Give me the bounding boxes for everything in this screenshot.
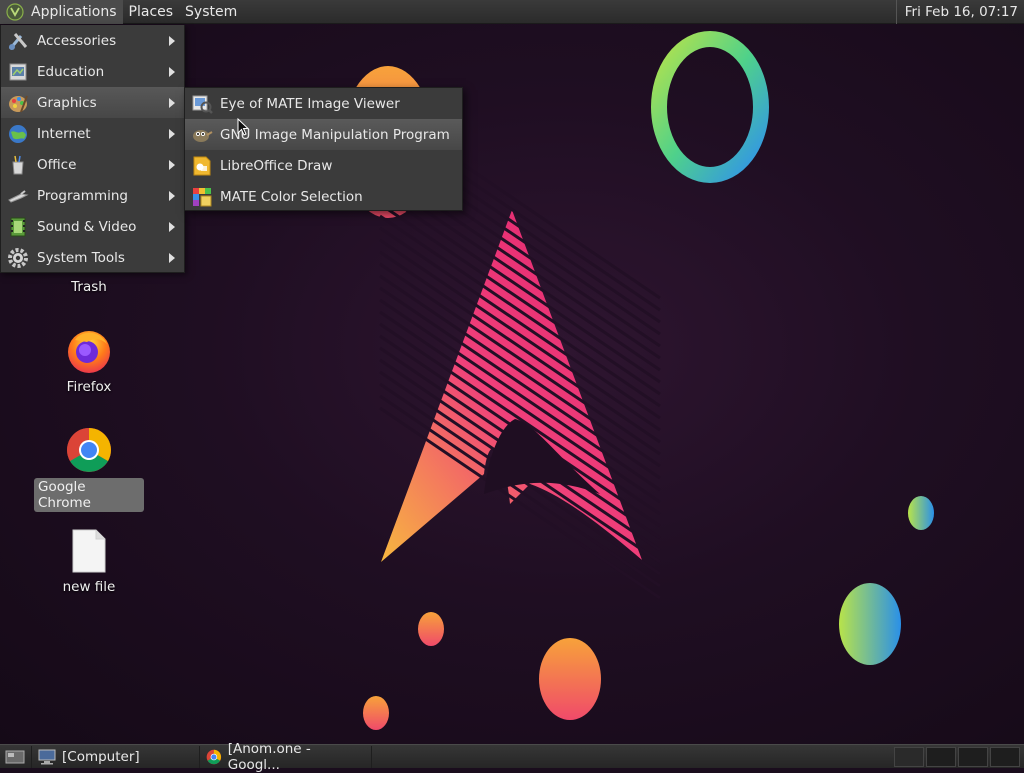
- submenu-item-label: GNU Image Manipulation Program: [220, 126, 450, 143]
- sound-video-icon: [10, 217, 26, 236]
- submenu-arrow-icon: [169, 253, 175, 263]
- menu-item-label: System Tools: [37, 249, 125, 266]
- menu-item-label: Sound & Video: [37, 218, 137, 235]
- file-icon: [72, 529, 106, 573]
- computer-icon: [38, 749, 56, 764]
- menu-item-office[interactable]: Office: [1, 149, 184, 180]
- submenu-arrow-icon: [169, 160, 175, 170]
- desktop-icon-label: new file: [62, 579, 116, 595]
- submenu-arrow-icon: [169, 191, 175, 201]
- desktop-icon-label: Firefox: [66, 379, 112, 395]
- libreoffice-draw-icon: [193, 156, 211, 175]
- applications-menu-label: Applications: [31, 3, 117, 20]
- workspace-2[interactable]: [926, 747, 956, 767]
- mate-logo-icon: [6, 2, 24, 21]
- system-menu-button[interactable]: System: [179, 0, 243, 24]
- menu-item-label: Programming: [37, 187, 128, 204]
- taskbar-item-label: [Computer]: [62, 748, 140, 765]
- submenu-item-libreoffice-draw[interactable]: LibreOffice Draw: [185, 150, 462, 181]
- menu-item-label: Education: [37, 63, 105, 80]
- submenu-item-mate-color-selection[interactable]: MATE Color Selection: [185, 181, 462, 212]
- mouse-cursor-icon: [237, 118, 249, 136]
- accessories-icon: [8, 32, 28, 50]
- bottom-panel: [Computer] [Anom.one - Googl...: [0, 741, 1024, 773]
- workspace-3[interactable]: [958, 747, 988, 767]
- office-icon: [12, 155, 24, 174]
- color-selection-icon: [193, 187, 212, 206]
- desktop-icon-label: Trash: [71, 279, 107, 295]
- internet-icon: [9, 124, 27, 143]
- top-panel: Applications Places System Fri Feb 16, 0…: [0, 0, 1024, 24]
- firefox-icon: [68, 331, 110, 373]
- chrome-icon: [206, 749, 222, 764]
- menu-item-education[interactable]: Education: [1, 56, 184, 87]
- submenu-item-gimp[interactable]: GNU Image Manipulation Program: [185, 119, 462, 150]
- submenu-item-eye-of-mate[interactable]: Eye of MATE Image Viewer: [185, 88, 462, 119]
- programming-icon: [8, 189, 29, 203]
- desktop-icon-firefox[interactable]: Firefox: [34, 326, 144, 396]
- gimp-icon: [193, 129, 213, 142]
- applications-menu-button[interactable]: Applications: [0, 0, 123, 24]
- desktop-icon-google-chrome[interactable]: Google Chrome: [34, 426, 144, 512]
- menu-item-label: Internet: [37, 125, 91, 142]
- desktop-icon-label: Google Chrome: [34, 478, 144, 512]
- show-desktop-button[interactable]: [0, 745, 32, 768]
- workspace-1[interactable]: [894, 747, 924, 767]
- education-icon: [9, 63, 27, 80]
- desktop-icon-trash[interactable]: Trash: [34, 274, 144, 296]
- chrome-icon: [67, 428, 111, 472]
- graphics-icon: [9, 95, 28, 112]
- menu-item-programming[interactable]: Programming: [1, 180, 184, 211]
- taskbar-item-chrome[interactable]: [Anom.one - Googl...: [200, 741, 372, 773]
- desktop-icon-new-file[interactable]: new file: [34, 528, 144, 596]
- applications-menu: Accessories Education Graphics Internet: [0, 25, 185, 273]
- menu-item-system-tools[interactable]: System Tools: [1, 242, 184, 273]
- graphics-submenu: Eye of MATE Image Viewer GNU Image Manip…: [184, 87, 463, 211]
- show-desktop-icon: [5, 750, 25, 763]
- menu-item-graphics[interactable]: Graphics: [1, 87, 184, 118]
- menu-item-label: Accessories: [37, 32, 117, 49]
- menu-item-label: Office: [37, 156, 77, 173]
- menu-item-accessories[interactable]: Accessories: [1, 25, 184, 56]
- submenu-arrow-icon: [169, 98, 175, 108]
- submenu-item-label: MATE Color Selection: [220, 188, 363, 205]
- places-menu-button[interactable]: Places: [123, 0, 180, 24]
- submenu-arrow-icon: [169, 67, 175, 77]
- submenu-item-label: Eye of MATE Image Viewer: [220, 95, 400, 112]
- submenu-arrow-icon: [169, 129, 175, 139]
- taskbar-item-computer[interactable]: [Computer]: [32, 745, 200, 768]
- submenu-arrow-icon: [169, 36, 175, 46]
- system-tools-icon: [8, 247, 28, 268]
- workspace-4[interactable]: [990, 747, 1020, 767]
- submenu-item-label: LibreOffice Draw: [220, 157, 333, 174]
- menu-item-label: Graphics: [37, 94, 97, 111]
- menu-item-internet[interactable]: Internet: [1, 118, 184, 149]
- clock[interactable]: Fri Feb 16, 07:17: [895, 0, 1024, 24]
- submenu-arrow-icon: [169, 222, 175, 232]
- image-viewer-icon: [192, 95, 213, 114]
- menu-item-sound-video[interactable]: Sound & Video: [1, 211, 184, 242]
